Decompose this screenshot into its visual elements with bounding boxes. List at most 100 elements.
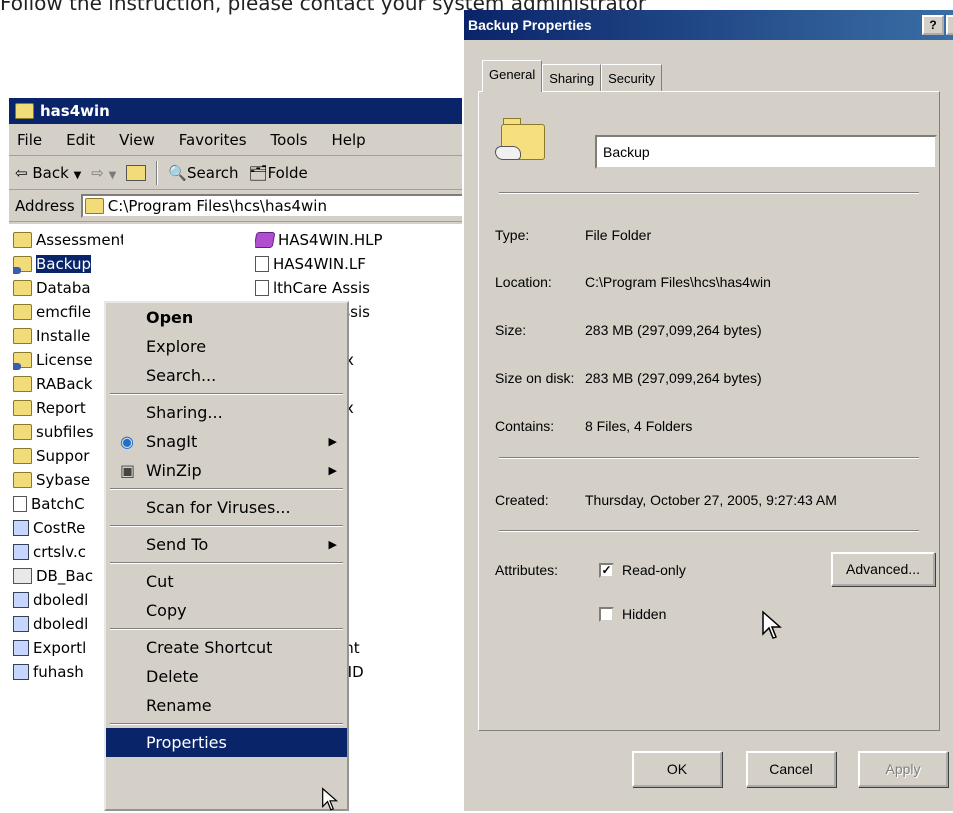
advanced-button[interactable]: Advanced...: [831, 552, 935, 586]
size-label: Size:: [495, 322, 527, 338]
submenu-arrow-icon: ▶: [328, 464, 337, 477]
folder-icon: [13, 376, 32, 392]
created-value: Thursday, October 27, 2005, 9:27:43 AM: [585, 492, 837, 508]
shortcut-icon: [13, 568, 32, 584]
menu-separator: [106, 485, 347, 493]
menu-item-create-shortcut[interactable]: Create Shortcut: [106, 633, 347, 662]
size-on-disk-value: 283 MB (297,099,264 bytes): [585, 370, 762, 386]
general-tab-panel: Backup Type: File Folder Location: C:\Pr…: [478, 91, 940, 731]
size-on-disk-row: Size on disk: 283 MB (297,099,264 bytes): [495, 370, 762, 386]
menu-edit[interactable]: Edit: [66, 131, 95, 149]
dialog-title-bar[interactable]: Backup Properties ? X: [464, 10, 953, 40]
menu-item-delete[interactable]: Delete: [106, 662, 347, 691]
tab-security[interactable]: Security: [601, 64, 663, 92]
search-icon: 🔍: [168, 163, 187, 182]
toolbar: ⇦ Back ▼ ⇨ ▼ 🔍Search 🗂Folde: [9, 156, 470, 190]
file-item[interactable]: Assessment Import: [13, 228, 123, 252]
file-icon: [255, 256, 269, 272]
address-value: C:\Program Files\hcs\has4win: [107, 196, 327, 215]
address-input[interactable]: C:\Program Files\hcs\has4win: [80, 193, 470, 218]
folder-icon: [15, 103, 34, 119]
file-name: Backup: [36, 255, 91, 273]
menu-item-search[interactable]: Search...: [106, 361, 347, 390]
menu-item-label: Explore: [146, 337, 207, 356]
search-button[interactable]: 🔍Search: [168, 164, 238, 182]
file-name: Installe: [36, 327, 91, 345]
tab-general[interactable]: General: [482, 60, 543, 92]
properties-dialog: Backup Properties ? X General Sharing Se…: [462, 10, 953, 811]
menu-view[interactable]: View: [119, 131, 155, 149]
tab-sharing[interactable]: Sharing: [542, 64, 602, 92]
help-button[interactable]: ?: [922, 15, 944, 35]
folder-icon: [13, 400, 32, 416]
file-item[interactable]: Databa: [13, 276, 123, 300]
location-row: Location: C:\Program Files\hcs\has4win: [495, 274, 771, 290]
up-folder-icon[interactable]: [126, 164, 147, 181]
menu-tools[interactable]: Tools: [271, 131, 308, 149]
file-name: Assessment Import: [36, 231, 123, 249]
menu-favorites[interactable]: Favorites: [179, 131, 247, 149]
file-item[interactable]: lthCare Assis: [255, 276, 470, 300]
menu-separator: [106, 720, 347, 728]
folder-icon: [13, 328, 32, 344]
menu-item-snagit[interactable]: ◉ SnagIt ▶: [106, 427, 347, 456]
menu-item-send-to[interactable]: Send To ▶: [106, 530, 347, 559]
folders-button[interactable]: 🗂Folde: [249, 164, 308, 182]
dialog-title: Backup Properties: [468, 17, 592, 33]
tab-strip: General Sharing Security: [482, 60, 663, 92]
folder-icon: [13, 232, 32, 248]
contains-label: Contains:: [495, 418, 555, 434]
file-name: HAS4WIN.LF: [273, 255, 366, 273]
menu-item-winzip[interactable]: ▣ WinZip ▶: [106, 456, 347, 485]
menu-separator: [106, 390, 347, 398]
mouse-pointer-icon: [322, 787, 339, 811]
file-item[interactable]: Backup: [13, 252, 123, 276]
apply-button[interactable]: Apply: [858, 751, 948, 787]
menu-item-label: Send To: [146, 535, 209, 554]
toolbar-separator: [156, 160, 159, 185]
file-name: fuhash: [33, 663, 84, 681]
menu-file[interactable]: File: [17, 131, 42, 149]
contains-row: Contains: 8 Files, 4 Folders: [495, 418, 692, 434]
file-item[interactable]: HAS4WIN.HLP: [255, 228, 470, 252]
file-name: Exportl: [33, 639, 87, 657]
back-button[interactable]: ⇦ Back ▼: [15, 164, 81, 182]
submenu-arrow-icon: ▶: [328, 538, 337, 551]
file-item[interactable]: HAS4WIN.LF: [255, 252, 470, 276]
file-name: Sybase: [36, 471, 91, 489]
created-label: Created:: [495, 492, 549, 508]
program-file-icon: [13, 520, 29, 536]
hidden-label: Hidden: [622, 606, 667, 622]
file-icon: [255, 280, 269, 296]
menu-item-properties[interactable]: Properties: [106, 728, 347, 757]
menu-item-scan-for-viruses[interactable]: Scan for Viruses...: [106, 493, 347, 522]
checkbox-checked-icon: ✓: [599, 562, 614, 578]
readonly-checkbox[interactable]: ✓ Read-only: [599, 562, 686, 578]
forward-button[interactable]: ⇨ ▼: [91, 164, 116, 182]
folder-icon: [84, 197, 104, 214]
hidden-checkbox[interactable]: Hidden: [599, 606, 666, 622]
contains-value: 8 Files, 4 Folders: [585, 418, 693, 434]
menu-help[interactable]: Help: [332, 131, 366, 149]
cancel-button[interactable]: Cancel: [746, 751, 836, 787]
ok-button[interactable]: OK: [632, 751, 722, 787]
folder-icon: [13, 472, 32, 488]
menu-item-label: Rename: [146, 696, 212, 715]
menu-item-copy[interactable]: Copy: [106, 596, 347, 625]
menu-item-explore[interactable]: Explore: [106, 332, 347, 361]
separator: [499, 192, 919, 194]
folder-icon: [13, 304, 32, 320]
folder-name-input[interactable]: Backup: [595, 135, 937, 169]
menu-separator: [106, 522, 347, 530]
file-name: DB_Bac: [36, 567, 94, 585]
file-name: RABack: [36, 375, 93, 393]
menu-item-open[interactable]: Open: [106, 303, 347, 332]
close-button[interactable]: X: [946, 15, 953, 35]
file-name: Databa: [36, 279, 91, 297]
explorer-title-bar[interactable]: has4win: [9, 98, 470, 124]
menu-item-label: Delete: [146, 667, 199, 686]
menu-item-rename[interactable]: Rename: [106, 691, 347, 720]
menu-item-label: Search...: [146, 366, 217, 385]
menu-item-cut[interactable]: Cut: [106, 567, 347, 596]
menu-item-sharing[interactable]: Sharing...: [106, 398, 347, 427]
